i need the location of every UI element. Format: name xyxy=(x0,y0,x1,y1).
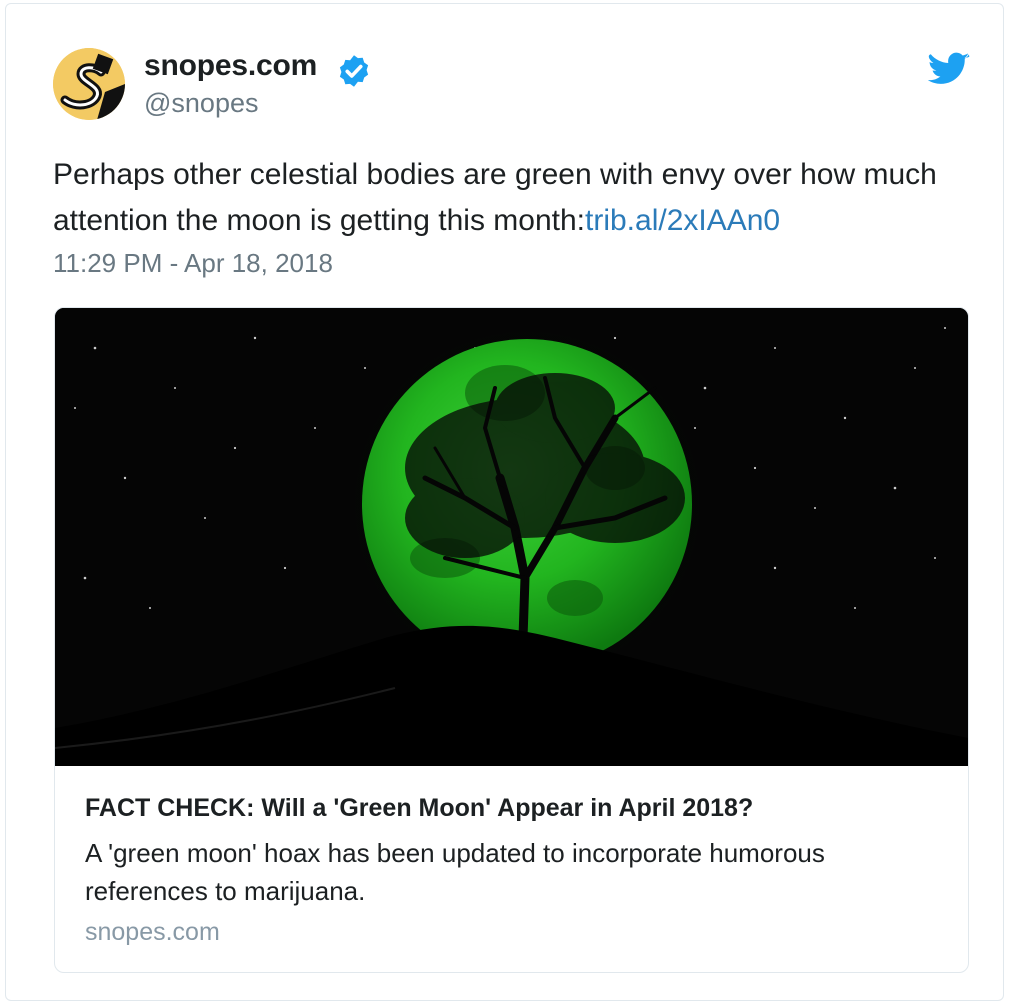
card-title[interactable]: FACT CHECK: Will a 'Green Moon' Appear i… xyxy=(85,794,753,823)
tweet-timestamp[interactable]: 11:29 PM - Apr 18, 2018 xyxy=(53,248,333,279)
avatar[interactable] xyxy=(53,48,125,120)
tweet-link[interactable]: trib.al/2xIAAn0 xyxy=(585,204,780,237)
tweet-text: Perhaps other celestial bodies are green… xyxy=(53,152,953,244)
author-handle[interactable]: @snopes xyxy=(144,88,258,119)
green-moon-tree-image xyxy=(55,308,968,766)
snopes-logo-icon xyxy=(53,48,125,120)
link-card[interactable]: FACT CHECK: Will a 'Green Moon' Appear i… xyxy=(54,307,969,973)
embedded-tweet: snopes.com @snopes Perhaps other celesti… xyxy=(5,3,1004,1001)
card-description: A 'green moon' hoax has been updated to … xyxy=(85,838,825,906)
verified-badge-icon xyxy=(339,55,369,87)
twitter-bird-icon[interactable] xyxy=(928,52,970,88)
tweet-body: Perhaps other celestial bodies are green… xyxy=(53,158,937,237)
card-domain: snopes.com xyxy=(85,918,220,946)
author-display-name[interactable]: snopes.com xyxy=(144,49,317,83)
